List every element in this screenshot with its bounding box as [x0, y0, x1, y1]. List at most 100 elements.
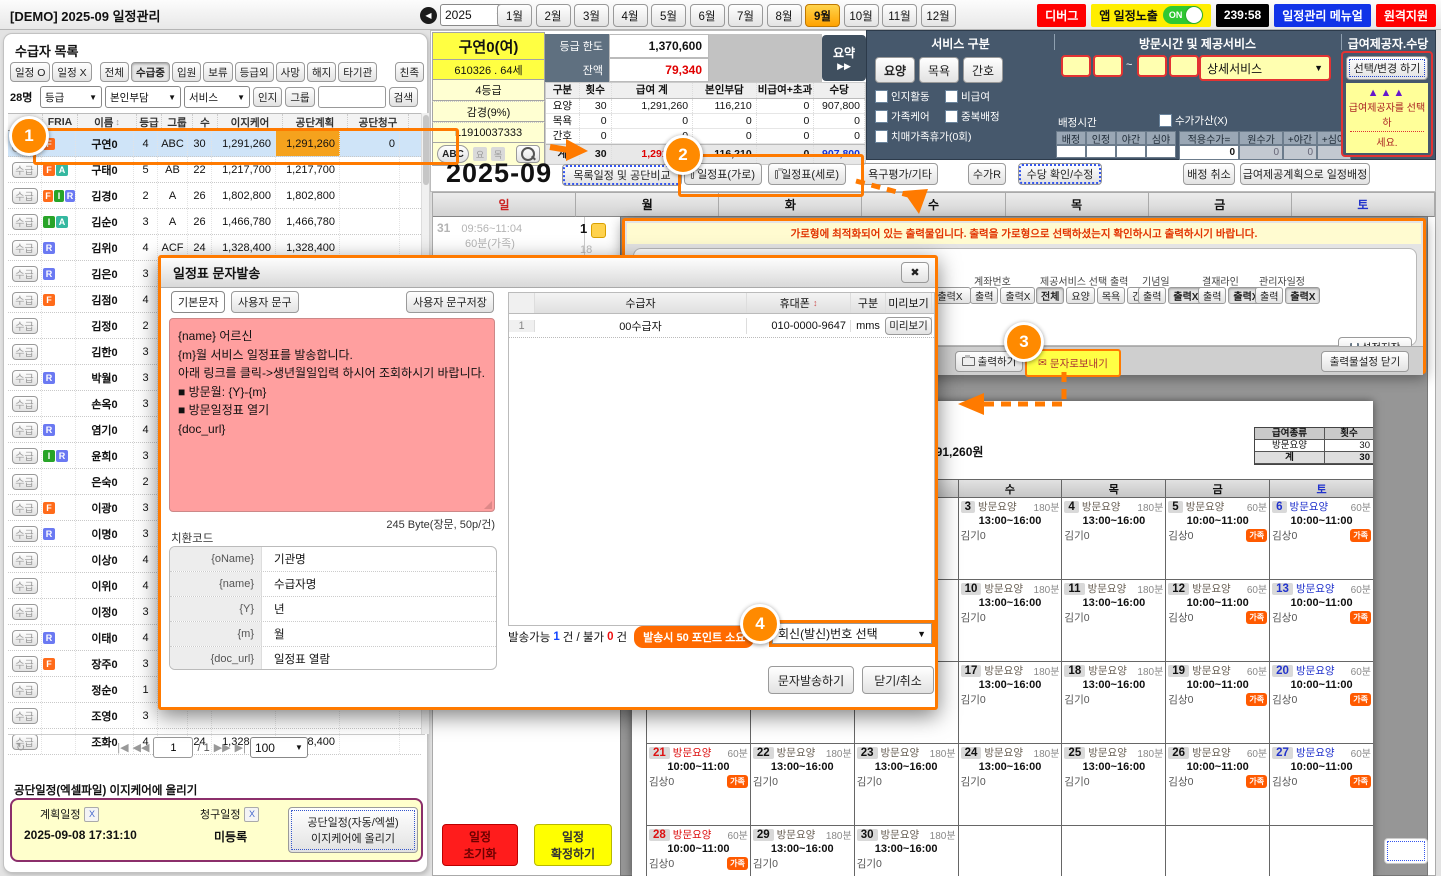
next-page-button[interactable]: ▶▶	[214, 741, 231, 754]
preview-day-cell[interactable]: 19 방문요양 60분 10:00~11:00 김상0 가족	[1166, 662, 1271, 744]
month-button-7[interactable]: 7월	[728, 4, 763, 27]
month-button-2[interactable]: 2월	[535, 4, 571, 27]
status-button[interactable]: 수급	[11, 421, 38, 438]
preview-day-cell[interactable]: 23 방문요양 180분 13:00~16:00 김기0	[854, 744, 959, 826]
refresh-icon[interactable]: ↻	[16, 741, 25, 754]
filter-등급외[interactable]: 등급외	[234, 62, 274, 82]
close-icon[interactable]: ✖	[901, 262, 929, 283]
preview-day-cell[interactable]: 20 방문요양 60분 10:00~11:00 김상0 가족	[1270, 662, 1373, 744]
status-button[interactable]: 수급	[11, 551, 38, 568]
remote-support-button[interactable]: 원격지원	[1375, 3, 1436, 27]
preview-day-cell[interactable]: 5 방문요양 60분 10:00~11:00 김상0 가족	[1166, 498, 1271, 580]
page-input[interactable]	[153, 737, 194, 758]
preview-day-cell[interactable]: 3 방문요양 180분 13:00~16:00 김기0	[958, 498, 1063, 580]
claim-delete-button[interactable]: X	[244, 806, 260, 822]
check-familycare[interactable]: 가족케어	[875, 109, 930, 124]
preview-day-cell[interactable]: 27 방문요양 60분 10:00~11:00 김상0 가족	[1270, 744, 1373, 826]
status-button[interactable]: 수급	[11, 681, 38, 698]
option-기념일-출력[interactable]: 출력	[1138, 287, 1167, 304]
preview-day-cell[interactable]: 29 방문요양 180분 13:00~16:00 김기0	[750, 826, 855, 876]
month-button-6[interactable]: 6월	[689, 4, 725, 27]
suga-button[interactable]: 수가R	[968, 163, 1006, 185]
status-button[interactable]: 수급	[11, 239, 38, 256]
tab-user-message[interactable]: 사용자 문구	[231, 291, 299, 313]
filter-전체[interactable]: 전체	[99, 62, 129, 82]
status-button[interactable]: 수급	[11, 161, 38, 178]
status-button[interactable]: 수급	[11, 317, 38, 334]
save-user-message-button[interactable]: 사용자 문구저장	[406, 291, 494, 313]
month-button-1[interactable]: 1월	[497, 4, 532, 27]
month-button-10[interactable]: 10월	[843, 4, 879, 27]
status-button[interactable]: 수급	[11, 707, 38, 724]
table-row[interactable]: 수급F구연04ABC301,291,2601,291,2600	[8, 131, 421, 157]
filter-일정 O[interactable]: 일정 O	[10, 62, 51, 82]
month-button-12[interactable]: 12월	[920, 4, 956, 27]
last-page-button[interactable]: ▶|	[235, 741, 246, 754]
page-size-select[interactable]: 100 ▼	[249, 737, 308, 758]
month-button-8[interactable]: 8월	[766, 4, 802, 27]
option-결재라인-출력[interactable]: 출력	[1198, 287, 1227, 304]
search-button[interactable]: 검색	[388, 87, 418, 107]
preview-day-cell[interactable]	[1270, 826, 1373, 876]
status-button[interactable]: 수급	[11, 603, 38, 620]
column-header-등급[interactable]: 등급	[137, 114, 162, 130]
hidden-button-fragment[interactable]	[1384, 838, 1428, 864]
preview-day-cell[interactable]: 22 방문요양 180분 13:00~16:00 김기0	[750, 744, 855, 826]
check-dementia-vacation[interactable]: 치매가족휴가(0회)	[875, 129, 971, 144]
service-ganho-button[interactable]: 간호	[963, 57, 1003, 83]
preview-day-cell[interactable]	[1166, 826, 1271, 876]
month-button-5[interactable]: 5월	[651, 4, 686, 27]
column-header-이지케어[interactable]: 이지케어	[218, 114, 283, 130]
cancel-assign-button[interactable]: 배정 취소	[1183, 163, 1235, 185]
filter-일정 X[interactable]: 일정 X	[52, 62, 92, 82]
column-header-그룹[interactable]: 그룹	[162, 114, 193, 130]
month-button-4[interactable]: 4월	[612, 4, 648, 27]
status-button[interactable]: 수급	[11, 525, 38, 542]
schedule-confirm-button[interactable]: 일정 확정하기	[534, 824, 612, 866]
status-button[interactable]: 수급	[11, 395, 38, 412]
assessment-button[interactable]: 욕구평가/기타	[862, 163, 938, 185]
filter-보류[interactable]: 보류	[203, 62, 233, 82]
status-button[interactable]: 수급	[11, 473, 38, 490]
time-start-hour-input[interactable]	[1061, 55, 1091, 77]
status-button[interactable]: 수급	[11, 369, 38, 386]
preview-day-cell[interactable]: 4 방문요양 180분 13:00~16:00 김기0	[1062, 498, 1167, 580]
button-그룹[interactable]: 그룹	[285, 87, 315, 107]
plan-delete-button[interactable]: X	[84, 806, 100, 822]
column-header-이름[interactable]: 이름 ↕	[78, 114, 137, 130]
time-start-min-input[interactable]	[1093, 55, 1123, 77]
sender-number-select[interactable]: 회신(발신)번호 선택 ▼	[772, 623, 932, 644]
calc-value[interactable]: 0	[1179, 145, 1239, 160]
preview-day-cell[interactable]: 12 방문요양 60분 10:00~11:00 김상0 가족	[1166, 580, 1271, 662]
option-제공서비스 선택 출력-요양[interactable]: 요양	[1066, 287, 1095, 304]
filter-입원[interactable]: 입원	[171, 62, 202, 82]
check-nonbenefit[interactable]: 비급여	[945, 89, 990, 104]
plan-assign-button[interactable]: 급여제공계획으로 일정배정	[1240, 163, 1370, 185]
time-end-min-input[interactable]	[1169, 55, 1199, 77]
month-button-11[interactable]: 11월	[882, 4, 917, 27]
provider-select-button[interactable]: 선택/변경 하기	[1346, 56, 1428, 80]
preview-day-cell[interactable]: 28 방문요양 60분 10:00~11:00 김상0 가족	[647, 826, 751, 876]
status-button[interactable]: 수급	[11, 291, 38, 308]
filter-친족[interactable]: 친족	[394, 62, 424, 82]
status-button[interactable]: 수급	[11, 265, 38, 282]
preview-day-cell[interactable]: 13 방문요양 60분 10:00~11:00 김상0 가족	[1270, 580, 1373, 662]
debug-button[interactable]: 디버그	[1037, 3, 1087, 27]
message-textarea[interactable]: {name} 어르신 {m}월 서비스 일정표를 발송합니다. 아래 링크를 클…	[169, 318, 495, 512]
option-계좌번호-출력[interactable]: 출력	[970, 287, 999, 304]
close-print-settings-button[interactable]: 출력물설정 닫기	[1321, 351, 1409, 372]
status-button[interactable]: 수급	[11, 213, 38, 230]
filter-타기관[interactable]: 타기관	[338, 62, 378, 82]
first-page-button[interactable]: |◀	[117, 741, 128, 754]
column-header-FRIA[interactable]: FRIA	[43, 114, 78, 130]
table-row[interactable]: 수급 F A 구태0 5 AB 22 1,217,700 1,217,700	[8, 157, 421, 183]
time-end-hour-input[interactable]	[1137, 55, 1167, 77]
button-인지[interactable]: 인지	[253, 87, 283, 107]
check-cognitive[interactable]: 인지활동	[875, 89, 930, 104]
preview-day-cell[interactable]: 25 방문요양 180분 13:00~16:00 김기0	[1062, 744, 1167, 826]
status-button[interactable]: 수급	[11, 343, 38, 360]
allowance-check-button[interactable]: 수당 확인/수정	[1018, 163, 1102, 185]
status-button[interactable]: 수급	[11, 187, 38, 204]
status-button[interactable]: 수급	[11, 447, 38, 464]
filter-수급중[interactable]: 수급중	[130, 62, 170, 82]
